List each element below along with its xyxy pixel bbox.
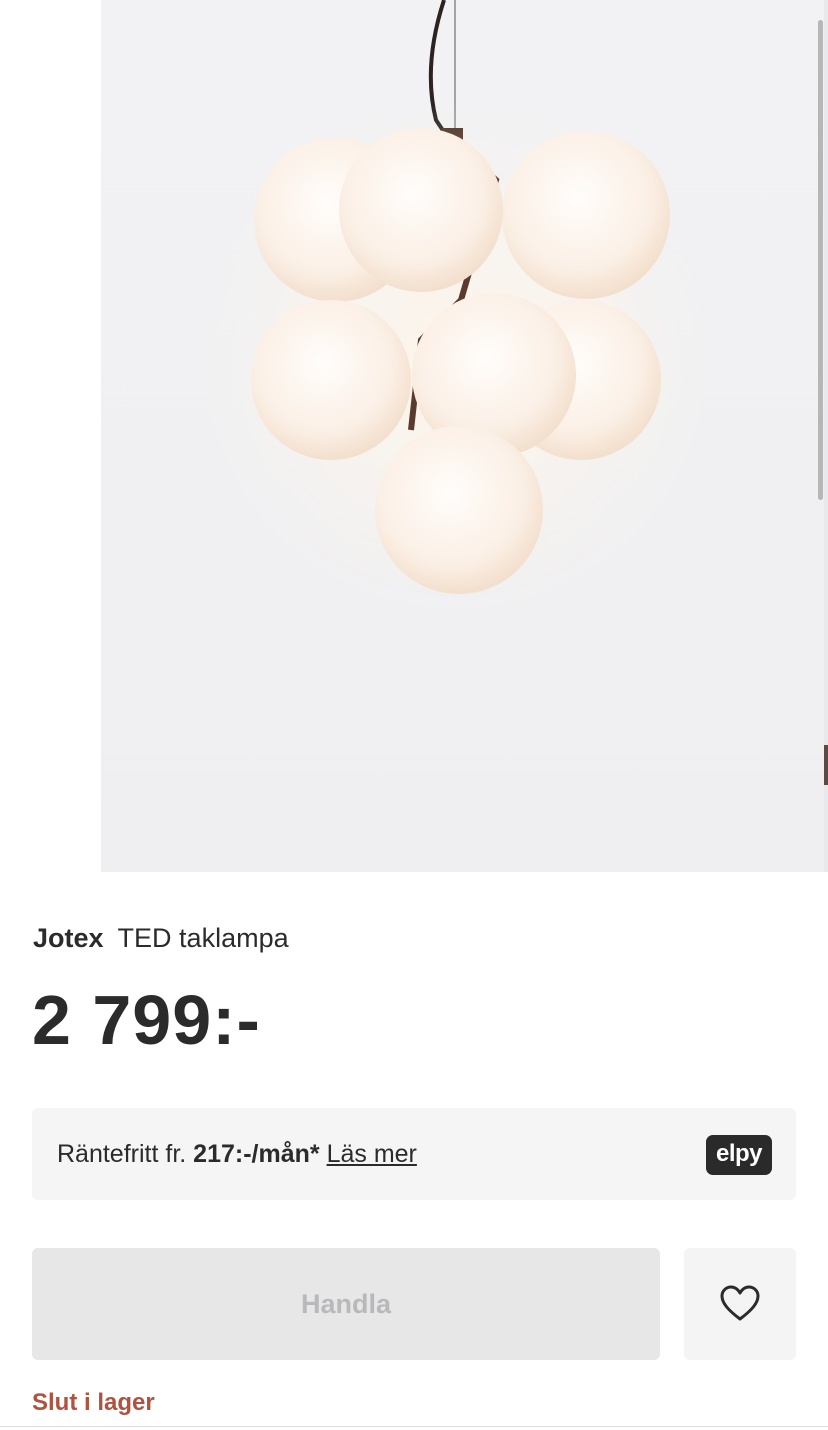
- heart-outline-icon: [720, 1285, 760, 1321]
- wishlist-button[interactable]: [684, 1248, 796, 1360]
- financing-banner: Räntefritt fr. 217:-/mån* Läs mer elpy: [32, 1108, 796, 1200]
- next-image-peek-detail: [824, 745, 828, 785]
- financing-prefix: Räntefritt fr.: [57, 1140, 194, 1168]
- scrollbar-thumb[interactable]: [818, 20, 823, 500]
- buy-button[interactable]: Handla: [32, 1248, 660, 1360]
- financing-text: Räntefritt fr. 217:-/mån* Läs mer: [57, 1108, 417, 1200]
- product-image-gallery[interactable]: [0, 0, 828, 872]
- read-more-link[interactable]: Läs mer: [327, 1140, 417, 1168]
- brand-name[interactable]: Jotex: [33, 923, 104, 953]
- next-image-peek[interactable]: [824, 0, 828, 872]
- divider: [0, 1426, 828, 1427]
- product-price: 2 799:-: [32, 981, 261, 1059]
- pendant-lamp-illustration: [196, 0, 716, 620]
- product-name: TED taklampa: [117, 923, 289, 953]
- elpy-logo: elpy: [706, 1135, 772, 1175]
- financing-amount: 217:-/mån*: [193, 1140, 320, 1168]
- product-image[interactable]: [101, 0, 824, 872]
- stock-status: Slut i lager: [32, 1389, 155, 1416]
- product-title: Jotex TED taklampa: [33, 918, 289, 958]
